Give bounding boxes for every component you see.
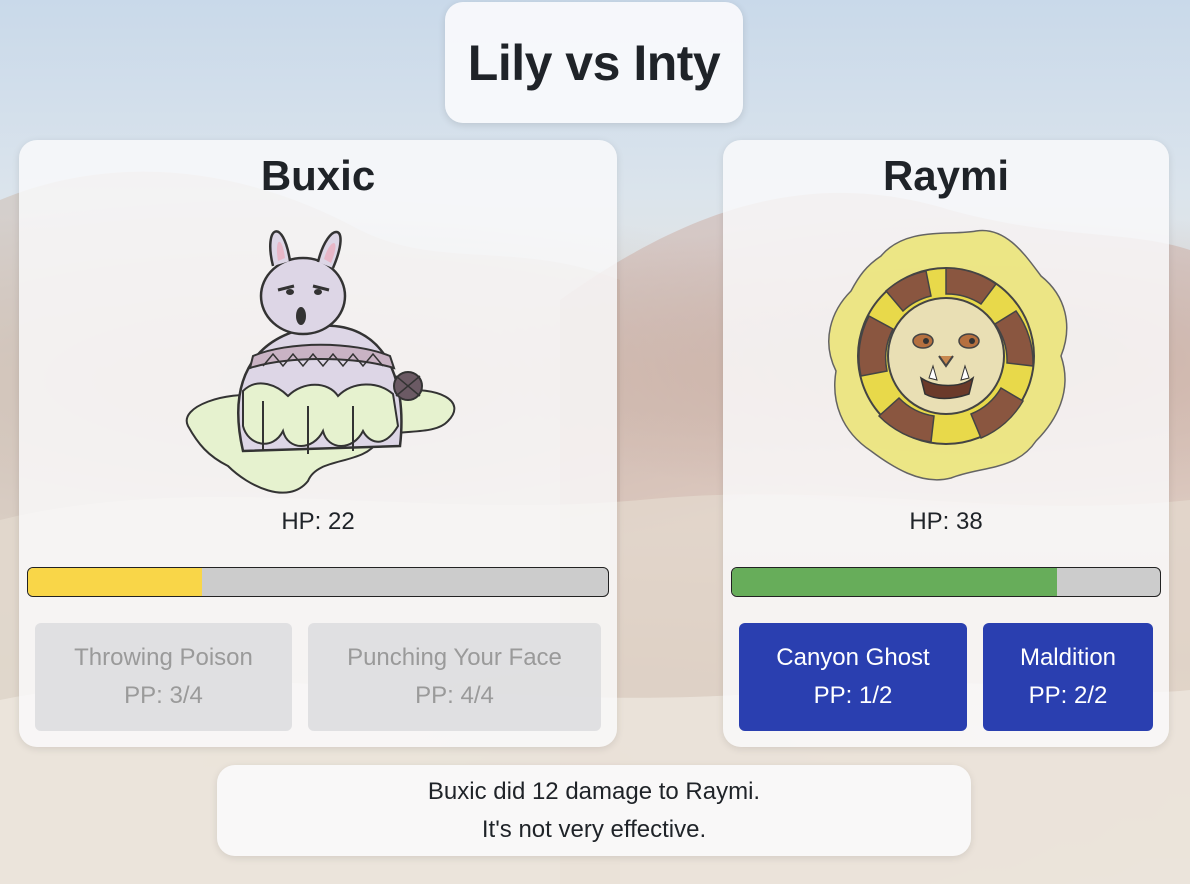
player-move-list: Throwing Poison PP: 3/4 Punching Your Fa… <box>35 623 601 731</box>
opponent-hp-bar <box>731 567 1161 597</box>
sun-face-icon <box>723 216 1169 506</box>
battle-log-line: It's not very effective. <box>481 815 707 843</box>
battle-title-box: Lily vs Inty <box>445 2 743 123</box>
move-button-throwing-poison: Throwing Poison PP: 3/4 <box>35 623 292 731</box>
battle-log-line: Buxic did 12 damage to Raymi. <box>427 777 761 805</box>
move-pp: PP: 2/2 <box>1028 682 1108 709</box>
move-pp: PP: 4/4 <box>415 682 494 709</box>
move-name: Canyon Ghost <box>776 644 930 671</box>
player-hp-fill <box>28 568 202 596</box>
opponent-monster-card: Raymi HP: 38 Canyon Ghost PP: 1/2 Maldit… <box>723 140 1169 747</box>
player-monster-name: Buxic <box>260 152 376 199</box>
move-pp: PP: 3/4 <box>124 682 203 709</box>
battle-log: Buxic did 12 damage to Raymi. It's not v… <box>217 765 971 856</box>
player-hp-bar <box>27 567 609 597</box>
player-hp-text: HP: 22 <box>281 508 355 535</box>
opponent-hp-fill <box>732 568 1058 596</box>
move-name: Punching Your Face <box>347 644 562 671</box>
opponent-move-list: Canyon Ghost PP: 1/2 Maldition PP: 2/2 <box>739 623 1153 731</box>
player-monster-card: Buxic HP: 22 Throwing Poison PP: 3/4 Pun… <box>19 140 617 747</box>
opponent-monster-name: Raymi <box>882 152 1010 199</box>
move-pp: PP: 1/2 <box>813 682 893 709</box>
opponent-hp-text: HP: 38 <box>909 508 983 535</box>
move-name: Maldition <box>1019 644 1117 671</box>
battle-title: Lily vs Inty <box>467 34 721 91</box>
bunny-creature-icon <box>19 216 617 506</box>
move-button-maldition[interactable]: Maldition PP: 2/2 <box>983 623 1153 731</box>
move-name: Throwing Poison <box>74 644 253 671</box>
move-button-punching-your-face: Punching Your Face PP: 4/4 <box>308 623 601 731</box>
move-button-canyon-ghost[interactable]: Canyon Ghost PP: 1/2 <box>739 623 967 731</box>
